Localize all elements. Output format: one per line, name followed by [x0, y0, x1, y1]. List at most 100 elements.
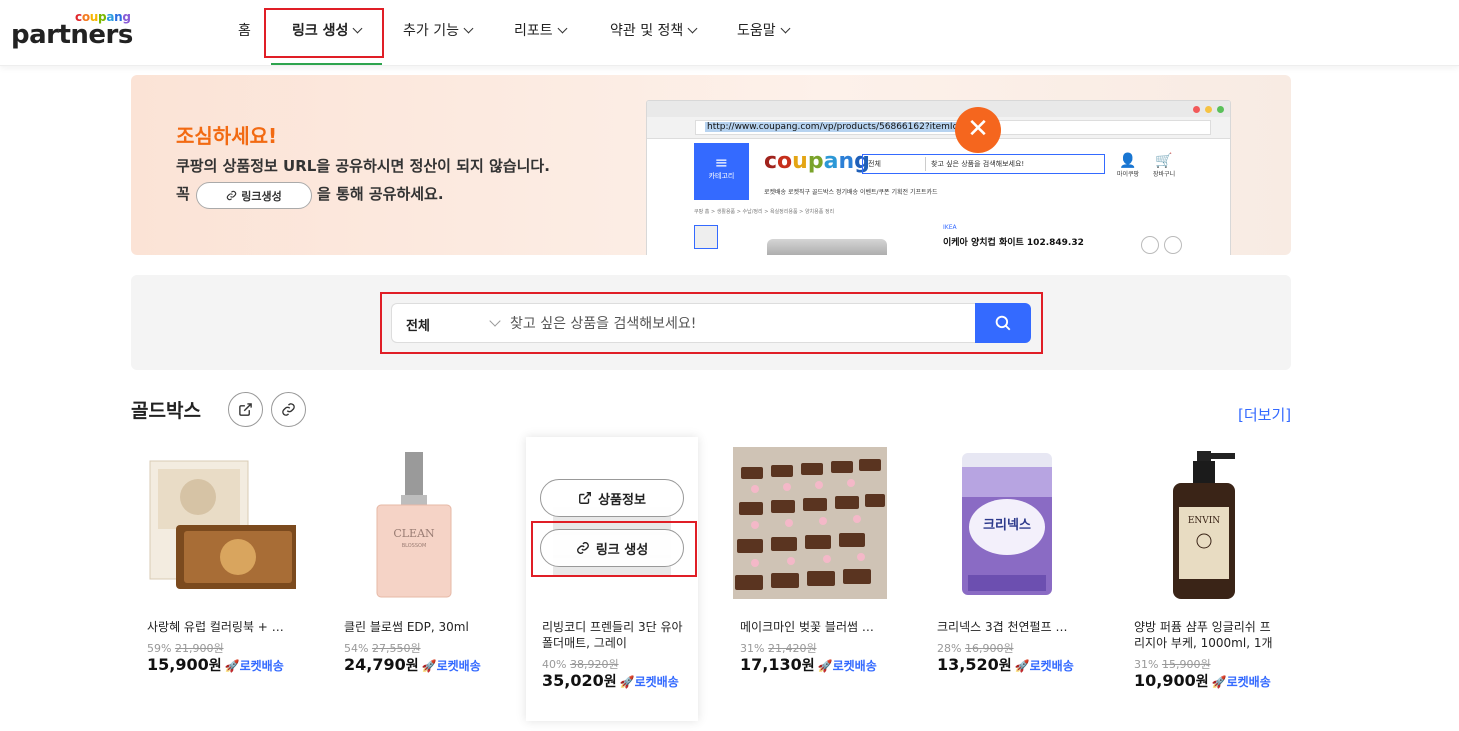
coupang-partners-logo[interactable]: coupang partners	[11, 10, 133, 50]
product-card[interactable]: 메이크마인 벚꽃 블러썸 파… 31% 21,420원 17,130원 🚀로켓배송	[724, 437, 896, 721]
mock-breadcrumb: 쿠팡 홈 > 생활용품 > 수납/정리 > 욕실정리용품 > 양치용품 정리	[694, 209, 835, 215]
product-card[interactable]: CLEAN BLOSSOM 클린 블로썸 EDP, 30ml 54% 27,55…	[328, 437, 500, 721]
price-unit: 원	[1195, 674, 1209, 690]
nav-help[interactable]: 도움말	[737, 20, 791, 42]
nav-extra-label: 추가 기능	[403, 23, 459, 39]
nav-highlight-box	[264, 8, 384, 58]
mock-user-icons: 👤 마이쿠팡 🛒 장바구니	[1117, 153, 1175, 178]
product-image[interactable]	[138, 447, 300, 605]
rocket-label: 로켓배송	[634, 675, 679, 689]
banner-pill-label: 링크생성	[241, 189, 282, 203]
goldbox-link-button[interactable]	[271, 392, 306, 427]
goldbox-open-button[interactable]	[228, 392, 263, 427]
link-icon	[282, 403, 295, 416]
tissue-image: 크리넥스	[962, 453, 1052, 595]
nav-active-underline	[271, 63, 382, 65]
user-icon: 👤	[1119, 153, 1137, 169]
mock-brand: IKEA	[943, 224, 957, 231]
nav-terms[interactable]: 약관 및 정책	[610, 20, 698, 42]
price-unit: 원	[603, 674, 617, 690]
product-name[interactable]: 양방 퍼퓸 샴푸 잉글리쉬 프리지아 부케, 1000ml, 1개	[1134, 619, 1279, 651]
price-unit: 원	[208, 658, 222, 674]
product-name[interactable]: 크리넥스 3겹 천연펄프 순…	[937, 619, 1077, 635]
price-unit: 원	[801, 658, 815, 674]
original-price: 15,900원	[1161, 658, 1211, 671]
product-card-hovered[interactable]: 상품정보 링크 생성 리빙코디 프렌들리 3단 유아폴더매트, 그레이 40% …	[526, 437, 698, 721]
discount-rate: 40%	[542, 658, 567, 671]
rocket-label: 로켓배송	[832, 659, 877, 673]
price-unit: 원	[998, 658, 1012, 674]
discount-rate: 54%	[344, 642, 369, 655]
mock-thumbnail	[694, 225, 718, 249]
mock-my-label: 마이쿠팡	[1117, 171, 1140, 178]
banner-line1: 쿠팡의 상품정보 URL을 공유하시면 정산이 되지 않습니다.	[176, 157, 550, 175]
mock-url-text: http://www.coupang.com/vp/products/56866…	[705, 122, 961, 132]
chevron-down-icon	[687, 23, 698, 34]
nav-home-label: 홈	[238, 23, 251, 39]
discount-rate: 31%	[1134, 658, 1159, 671]
rocket-label: 로켓배송	[239, 659, 284, 673]
product-price: 24,790원 🚀로켓배송	[344, 655, 481, 675]
logo-partners: partners	[11, 20, 133, 50]
product-price: 35,020원 🚀로켓배송	[542, 671, 679, 691]
product-discount: 59% 21,900원	[147, 640, 224, 656]
original-price: 27,550원	[371, 642, 421, 655]
original-price: 16,900원	[964, 642, 1014, 655]
mock-search-scope: 전체	[868, 160, 881, 168]
nav-terms-label: 약관 및 정책	[610, 23, 684, 39]
nav-help-label: 도움말	[737, 23, 776, 39]
nav-report[interactable]: 리포트	[514, 20, 568, 42]
more-link[interactable]: [더보기]	[1238, 404, 1291, 425]
mock-product-image	[767, 239, 887, 255]
chevron-down-icon	[463, 23, 474, 34]
menu-icon: ≡	[714, 153, 729, 172]
goldbox-title: 골드박스	[131, 400, 201, 422]
product-info-label: 상품정보	[598, 492, 646, 508]
browser-mockup-image: http://www.coupang.com/vp/products/56866…	[646, 100, 1231, 255]
heart-icon	[1141, 236, 1159, 254]
price-value: 15,900	[147, 655, 209, 674]
nav-home[interactable]: 홈	[238, 20, 251, 42]
product-image[interactable]: ENVIN	[1125, 447, 1283, 605]
product-discount: 31% 21,420원	[740, 640, 817, 656]
nav-extra-features[interactable]: 추가 기능	[403, 20, 474, 42]
product-price: 13,520원 🚀로켓배송	[937, 655, 1074, 675]
mock-close-dot	[1193, 106, 1200, 113]
product-name[interactable]: 사랑혜 유럽 컬러링북 + 아…	[147, 619, 287, 635]
price-value: 10,900	[1134, 671, 1196, 690]
discount-rate: 59%	[147, 642, 172, 655]
nav-report-label: 리포트	[514, 23, 553, 39]
product-name[interactable]: 리빙코디 프렌들리 3단 유아폴더매트, 그레이	[542, 619, 687, 651]
rocket-icon: 🚀	[1211, 675, 1227, 689]
banner-link-pill: 링크생성	[196, 182, 312, 209]
product-discount: 40% 38,920원	[542, 656, 619, 672]
coloring-book-image	[149, 460, 300, 589]
product-image[interactable]: 크리넥스	[928, 447, 1086, 605]
svg-text:CLEAN: CLEAN	[393, 527, 435, 540]
product-info-button[interactable]: 상품정보	[540, 479, 684, 517]
discount-rate: 28%	[937, 642, 962, 655]
mock-min-dot	[1205, 106, 1212, 113]
banner-line2-post: 을 통해 공유하세요.	[317, 185, 444, 203]
mock-menu-row: 로켓배송 로켓직구 골드박스 정기배송 이벤트/쿠폰 기획전 기프트카드	[764, 189, 938, 196]
chevron-down-icon	[557, 23, 568, 34]
product-image[interactable]: CLEAN BLOSSOM	[335, 447, 493, 605]
product-card[interactable]: 사랑혜 유럽 컬러링북 + 아… 59% 21,900원 15,900원 🚀로켓배…	[131, 437, 303, 721]
svg-text:크리넥스: 크리넥스	[983, 517, 1031, 533]
price-unit: 원	[405, 658, 419, 674]
link-button-highlight-box	[531, 521, 697, 577]
rocket-label: 로켓배송	[436, 659, 481, 673]
chocolate-image	[733, 447, 887, 599]
product-image[interactable]	[731, 447, 889, 605]
rocket-label: 로켓배송	[1226, 675, 1271, 689]
product-name[interactable]: 클린 블로썸 EDP, 30ml	[344, 619, 484, 635]
product-name[interactable]: 메이크마인 벚꽃 블러썸 파…	[740, 619, 880, 635]
product-card[interactable]: ENVIN 양방 퍼퓸 샴푸 잉글리쉬 프리지아 부케, 1000ml, 1개 …	[1118, 437, 1290, 721]
mock-coupang-logo: coupang	[764, 149, 870, 174]
shampoo-image: ENVIN	[1173, 451, 1235, 599]
external-link-icon	[239, 403, 252, 416]
mock-cart: 🛒 장바구니	[1153, 153, 1175, 178]
search-highlight-box	[380, 292, 1043, 354]
banner-title: 조심하세요!	[176, 124, 278, 148]
product-card[interactable]: 크리넥스 크리넥스 3겹 천연펄프 순… 28% 16,900원 13,520원…	[921, 437, 1093, 721]
